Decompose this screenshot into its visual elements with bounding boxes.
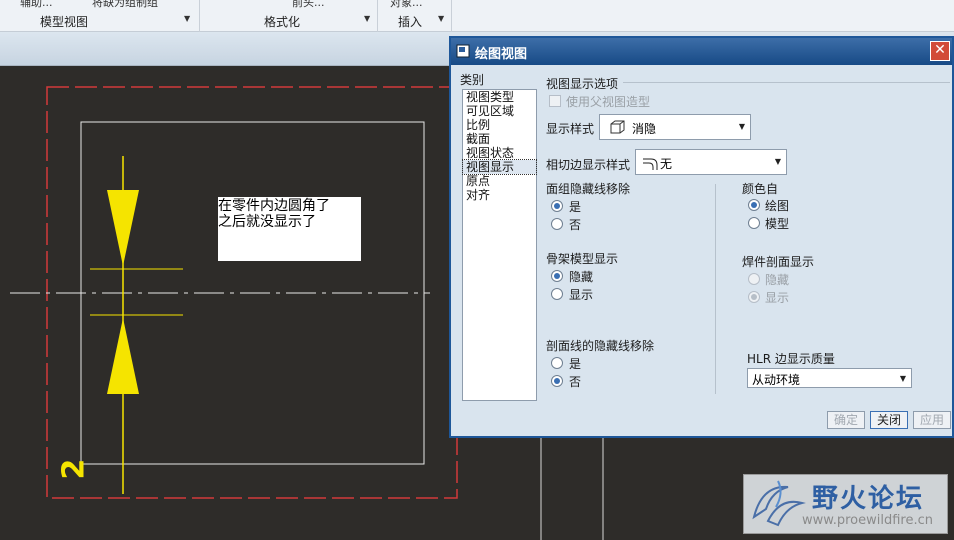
watermark-url: www.proewildfire.cn [802, 513, 933, 528]
dimension-annotation[interactable] [90, 156, 183, 494]
ribbon-item-arrow[interactable]: 前头... [292, 0, 325, 10]
ribbon-group-model-view: 辅助... 将缺为组制组 模型视图 ▼ [0, 0, 200, 32]
ribbon-item-aux[interactable]: 辅助... [20, 0, 53, 10]
skeleton-label: 骨架模型显示 [546, 252, 619, 266]
tangent-edge-label: 相切边显示样式 [546, 158, 631, 172]
section-hidden-no-label[interactable]: 否 [569, 373, 581, 390]
chevron-down-icon: ▼ [738, 122, 745, 131]
ribbon-item-object[interactable]: 对象... [390, 0, 423, 10]
section-hidden-label: 剖面线的隐藏线移除 [546, 339, 655, 353]
face-group-no-label[interactable]: 否 [569, 216, 581, 233]
category-item-section[interactable]: 截面 [463, 132, 536, 146]
display-style-label: 显示样式 [546, 122, 595, 136]
dimension-value[interactable]: 2 [56, 459, 91, 480]
hlr-quality-value: 从动环境 [752, 373, 801, 387]
dialog-titlebar[interactable]: 绘图视图 ✕ [451, 38, 952, 65]
dialog-title: 绘图视图 [475, 47, 528, 62]
face-group-yes-label[interactable]: 是 [569, 198, 581, 215]
skeleton-hide-label[interactable]: 隐藏 [569, 268, 593, 285]
apply-button[interactable]: 应用 [913, 411, 951, 429]
category-item-view-state[interactable]: 视图状态 [463, 146, 536, 160]
ribbon-toolbar: 辅助... 将缺为组制组 模型视图 ▼ 前头... 格式化 ▼ 对象... 插入… [0, 0, 954, 32]
category-item-visible-area[interactable]: 可见区域 [463, 104, 536, 118]
weld-show-radio[interactable] [748, 291, 760, 303]
weld-hide-label: 隐藏 [765, 273, 790, 287]
skeleton-show-label[interactable]: 显示 [569, 286, 593, 303]
watermark-title: 野火论坛 [812, 484, 925, 514]
note-text-line-1: 在零件内边圆角了 [218, 198, 330, 214]
color-drawing-radio[interactable] [748, 199, 760, 211]
close-button[interactable]: 关闭 [870, 411, 908, 429]
color-from-label: 颜色自 [742, 182, 779, 196]
color-model-radio[interactable] [748, 217, 760, 229]
face-group-label: 面组隐藏线移除 [546, 182, 631, 196]
section-title: 视图显示选项 [546, 77, 619, 91]
ribbon-group-format: 前头... 格式化 ▼ [200, 0, 378, 32]
display-style-select[interactable]: 消隐 ▼ [599, 114, 751, 140]
category-item-origin[interactable]: 原点 [463, 174, 536, 188]
use-parent-label: 使用父视图造型 [566, 95, 651, 109]
section-divider [623, 82, 950, 83]
section-hidden-yes-radio[interactable] [551, 357, 563, 369]
color-model-label[interactable]: 模型 [765, 215, 789, 232]
chevron-down-icon: ▼ [899, 374, 906, 383]
section-hidden-yes-label[interactable]: 是 [569, 355, 581, 372]
face-group-no-radio[interactable] [551, 218, 563, 230]
group-expand-icon[interactable]: ▼ [184, 14, 190, 23]
display-style-value: 消隐 [632, 122, 657, 136]
dialog-app-icon [456, 44, 470, 58]
drawing-view-dialog: 绘图视图 ✕ 类别 视图类型 可见区域 比例 截面 视图状态 视图显示 原点 对… [449, 36, 954, 438]
tangent-edge-value: 无 [660, 157, 673, 171]
note-text-line-2: 之后就没显示了 [218, 214, 316, 230]
category-item-view-display[interactable]: 视图显示 [462, 159, 537, 175]
use-parent-checkbox[interactable] [549, 95, 561, 107]
category-item-scale[interactable]: 比例 [463, 118, 536, 132]
ribbon-item-group[interactable]: 将缺为组制组 [92, 0, 158, 10]
face-group-yes-radio[interactable] [551, 200, 563, 212]
close-icon[interactable]: ✕ [930, 41, 950, 61]
ribbon-group-label: 模型视图 [40, 15, 89, 29]
weld-section-label: 焊件剖面显示 [742, 255, 815, 269]
tangent-edge-select[interactable]: 无 ▼ [635, 149, 787, 175]
group-expand-icon[interactable]: ▼ [438, 14, 444, 23]
watermark: 野火论坛 www.proewildfire.cn [743, 474, 948, 534]
color-drawing-label[interactable]: 绘图 [765, 197, 789, 214]
weld-hide-radio[interactable] [748, 273, 760, 285]
skeleton-show-radio[interactable] [551, 288, 563, 300]
category-item-view-type[interactable]: 视图类型 [463, 90, 536, 104]
hidden-line-icon [610, 120, 625, 134]
hlr-quality-select[interactable]: 从动环境 ▼ [747, 368, 912, 388]
tangent-edge-icon [643, 158, 658, 170]
ribbon-group-label: 格式化 [264, 15, 301, 29]
chevron-down-icon: ▼ [774, 157, 781, 166]
category-list[interactable]: 视图类型 可见区域 比例 截面 视图状态 视图显示 原点 对齐 [462, 89, 537, 401]
group-expand-icon[interactable]: ▼ [364, 14, 370, 23]
skeleton-hide-radio[interactable] [551, 270, 563, 282]
ribbon-group-label: 插入 [398, 15, 423, 29]
category-item-align[interactable]: 对齐 [463, 188, 536, 202]
forum-logo [752, 480, 806, 527]
section-hidden-no-radio[interactable] [551, 375, 563, 387]
hlr-quality-label: HLR 边显示质量 [747, 352, 835, 366]
column-divider [715, 184, 716, 394]
ok-button[interactable]: 确定 [827, 411, 865, 429]
weld-show-label: 显示 [765, 291, 790, 305]
category-label: 类别 [460, 73, 485, 87]
note-box[interactable]: 在零件内边圆角了 之后就没显示了 [218, 197, 361, 261]
ribbon-group-insert: 对象... 插入 ▼ [378, 0, 452, 32]
